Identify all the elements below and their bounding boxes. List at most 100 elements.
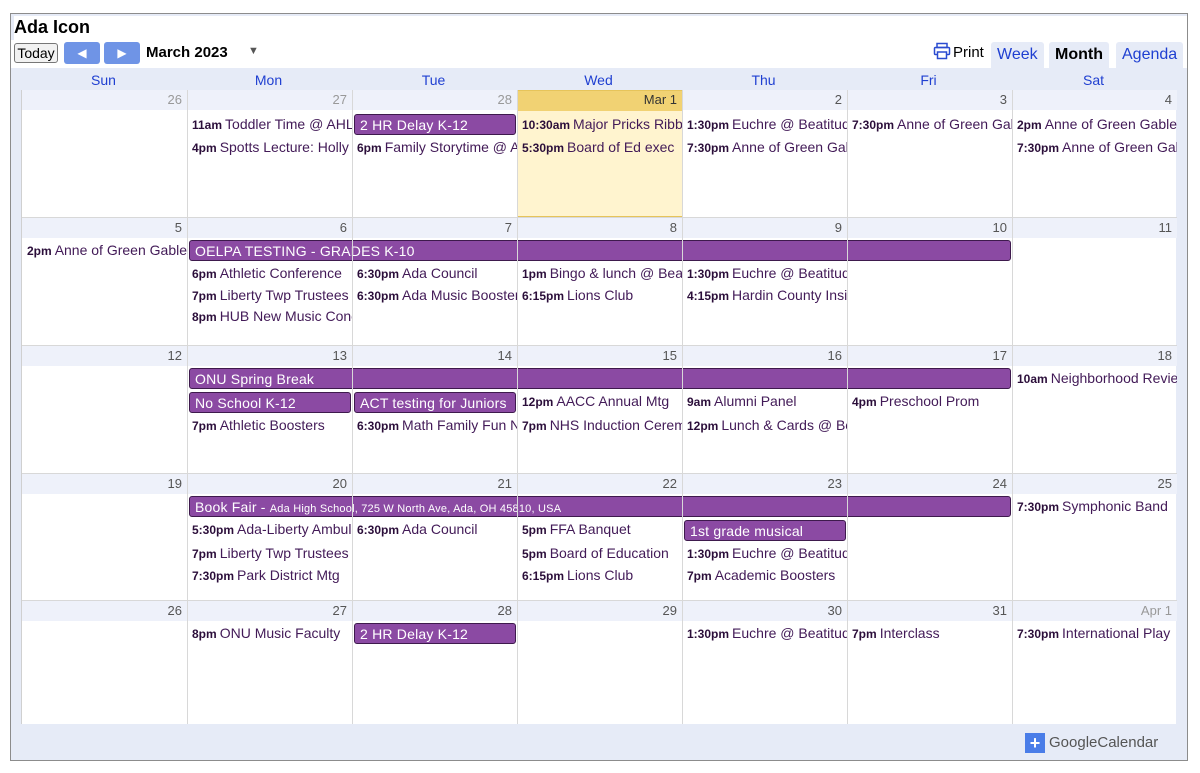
day-number[interactable]: 4: [1012, 90, 1177, 110]
calendar-event[interactable]: 7pm Interclass: [848, 623, 1012, 643]
all-day-event[interactable]: OELPA TESTING - GRADES K-10: [189, 240, 1011, 261]
day-number[interactable]: 26: [22, 601, 187, 621]
tab-week[interactable]: Week: [991, 42, 1044, 68]
day-number[interactable]: 7: [352, 218, 517, 238]
calendar-event[interactable]: 6:30pmMath Family Fun Night: [353, 415, 517, 435]
next-month-button[interactable]: ▶: [104, 42, 140, 64]
day-number[interactable]: 30: [682, 601, 847, 621]
calendar-event[interactable]: 7pm Liberty Twp Trustees: [188, 543, 352, 563]
calendar-event[interactable]: 8pm ONU Music Faculty: [188, 623, 352, 643]
month-grid: 26 27 28 Mar 1 2 3 4 2 HR Delay K-12 11a…: [21, 90, 1177, 724]
calendar-event[interactable]: 7:30pmAnne of Green Gables: [683, 137, 847, 157]
calendar-event[interactable]: 6:15pm Lions Club: [518, 285, 682, 305]
calendar-toolbar: Today ◀ ▶ March 2023 ▼ Print Week Month …: [11, 40, 1187, 68]
calendar-event[interactable]: 4:15pmHardin County Insight: [683, 285, 847, 305]
calendar-event[interactable]: 10am Neighborhood Review: [1013, 368, 1177, 388]
calendar-event[interactable]: 4pm Spotts Lecture: Holly: [188, 137, 352, 157]
day-number[interactable]: 21: [352, 474, 517, 494]
day-number[interactable]: 9: [682, 218, 847, 238]
calendar-event[interactable]: 6:15pm Lions Club: [518, 565, 682, 585]
calendar-event[interactable]: 1:30pmEuchre @ Beatitudes: [683, 263, 847, 283]
weekday-label: Tue: [421, 72, 446, 88]
calendar-event[interactable]: 7:30pm International Play: [1013, 623, 1177, 643]
calendar-event[interactable]: 6:30pm Ada Council: [353, 263, 517, 283]
calendar-event[interactable]: 5:30pmAda-Liberty Ambulance: [188, 519, 352, 539]
calendar-event[interactable]: 2pm Anne of Green Gables: [23, 240, 187, 260]
tab-month[interactable]: Month: [1049, 42, 1109, 68]
day-number[interactable]: 26: [22, 90, 187, 110]
day-number[interactable]: 3: [847, 90, 1012, 110]
all-day-event[interactable]: ACT testing for Juniors: [354, 392, 516, 413]
all-day-event[interactable]: No School K-12: [189, 392, 351, 413]
day-number[interactable]: 27: [187, 90, 352, 110]
chevron-down-icon[interactable]: ▼: [248, 45, 259, 57]
day-number[interactable]: 12: [22, 346, 187, 366]
calendar-event[interactable]: 9am Alumni Panel: [683, 391, 847, 411]
weekday-label: Fri: [920, 72, 937, 88]
day-number[interactable]: 28: [352, 601, 517, 621]
calendar-event[interactable]: 7pmNHS Induction Ceremony: [518, 415, 682, 435]
day-number[interactable]: Mar 1: [517, 90, 682, 110]
day-number[interactable]: 24: [847, 474, 1012, 494]
day-number[interactable]: 11: [1012, 218, 1177, 238]
day-number[interactable]: 6: [187, 218, 352, 238]
day-number[interactable]: 8: [517, 218, 682, 238]
day-number[interactable]: 22: [517, 474, 682, 494]
calendar-event[interactable]: 5:30pm Board of Ed exec: [518, 137, 682, 157]
day-number[interactable]: 19: [22, 474, 187, 494]
google-calendar-button[interactable]: + GoogleCalendar: [1025, 732, 1158, 754]
all-day-event[interactable]: 2 HR Delay K-12: [354, 114, 516, 135]
calendar-event[interactable]: 6pm Athletic Conference: [188, 263, 352, 283]
day-number[interactable]: 18: [1012, 346, 1177, 366]
calendar-event[interactable]: 10:30amMajor Pricks Ribbon: [518, 114, 682, 134]
day-number[interactable]: 29: [517, 601, 682, 621]
all-day-event[interactable]: 2 HR Delay K-12: [354, 623, 516, 644]
calendar-event[interactable]: 1:30pmEuchre @ Beatitudes: [683, 623, 847, 643]
day-number[interactable]: 20: [187, 474, 352, 494]
day-number[interactable]: 14: [352, 346, 517, 366]
calendar-event[interactable]: 7pm Athletic Boosters: [188, 415, 352, 435]
day-number[interactable]: 23: [682, 474, 847, 494]
chevron-left-icon: ◀: [77, 46, 87, 60]
day-number[interactable]: 10: [847, 218, 1012, 238]
calendar-event[interactable]: 1:30pmEuchre @ Beatitudes: [683, 114, 847, 134]
day-number[interactable]: 16: [682, 346, 847, 366]
day-number[interactable]: 31: [847, 601, 1012, 621]
calendar-event[interactable]: 11am Toddler Time @ AHL: [188, 114, 352, 134]
weekday-header: Sun Mon Tue Wed Thu Fri Sat: [21, 70, 1176, 90]
prev-month-button[interactable]: ◀: [64, 42, 100, 64]
calendar-event[interactable]: 7pm Liberty Twp Trustees: [188, 285, 352, 305]
day-number[interactable]: 17: [847, 346, 1012, 366]
day-number[interactable]: 13: [187, 346, 352, 366]
calendar-event[interactable]: 7:30pm Symphonic Band: [1013, 496, 1177, 516]
all-day-event[interactable]: Book Fair - Ada High School, 725 W North…: [189, 496, 1011, 517]
today-button[interactable]: Today: [14, 43, 58, 63]
calendar-event[interactable]: 12pmLunch & Cards @ Beatitudes: [683, 415, 847, 435]
calendar-event[interactable]: 6:30pm Ada Music Boosters: [353, 285, 517, 305]
all-day-event[interactable]: ONU Spring Break: [189, 368, 1011, 389]
calendar-event[interactable]: 1pmBingo & lunch @ Beatitudes: [518, 263, 682, 283]
calendar-event[interactable]: 1:30pmEuchre @ Beatitudes: [683, 543, 847, 563]
day-number[interactable]: Apr 1: [1012, 601, 1177, 621]
calendar-event[interactable]: 7:30pm Park District Mtg: [188, 565, 352, 585]
day-number[interactable]: 15: [517, 346, 682, 366]
day-number[interactable]: 27: [187, 601, 352, 621]
day-number[interactable]: 28: [352, 90, 517, 110]
calendar-event[interactable]: 7:30pmAnne of Green Gables: [848, 114, 1012, 134]
calendar-event[interactable]: 8pmHUB New Music Concert: [188, 306, 352, 326]
calendar-event[interactable]: 7pm Academic Boosters: [683, 565, 847, 585]
day-number[interactable]: 2: [682, 90, 847, 110]
calendar-event[interactable]: 5pm FFA Banquet: [518, 519, 682, 539]
calendar-event[interactable]: 12pm AACC Annual Mtg: [518, 391, 682, 411]
tab-agenda[interactable]: Agenda: [1116, 42, 1184, 68]
calendar-event[interactable]: 4pm Preschool Prom: [848, 391, 1012, 411]
calendar-event[interactable]: 5pm Board of Education: [518, 543, 682, 563]
calendar-event[interactable]: 6:30pm Ada Council: [353, 519, 517, 539]
print-button[interactable]: Print: [933, 42, 984, 63]
calendar-event[interactable]: 7:30pmAnne of Green Gables: [1013, 137, 1177, 157]
day-number[interactable]: 5: [22, 218, 187, 238]
calendar-event[interactable]: 6pmFamily Storytime @ AHL: [353, 137, 517, 157]
day-number[interactable]: 25: [1012, 474, 1177, 494]
all-day-event[interactable]: 1st grade musical: [684, 520, 846, 541]
calendar-event[interactable]: 2pm Anne of Green Gables: [1013, 114, 1177, 134]
